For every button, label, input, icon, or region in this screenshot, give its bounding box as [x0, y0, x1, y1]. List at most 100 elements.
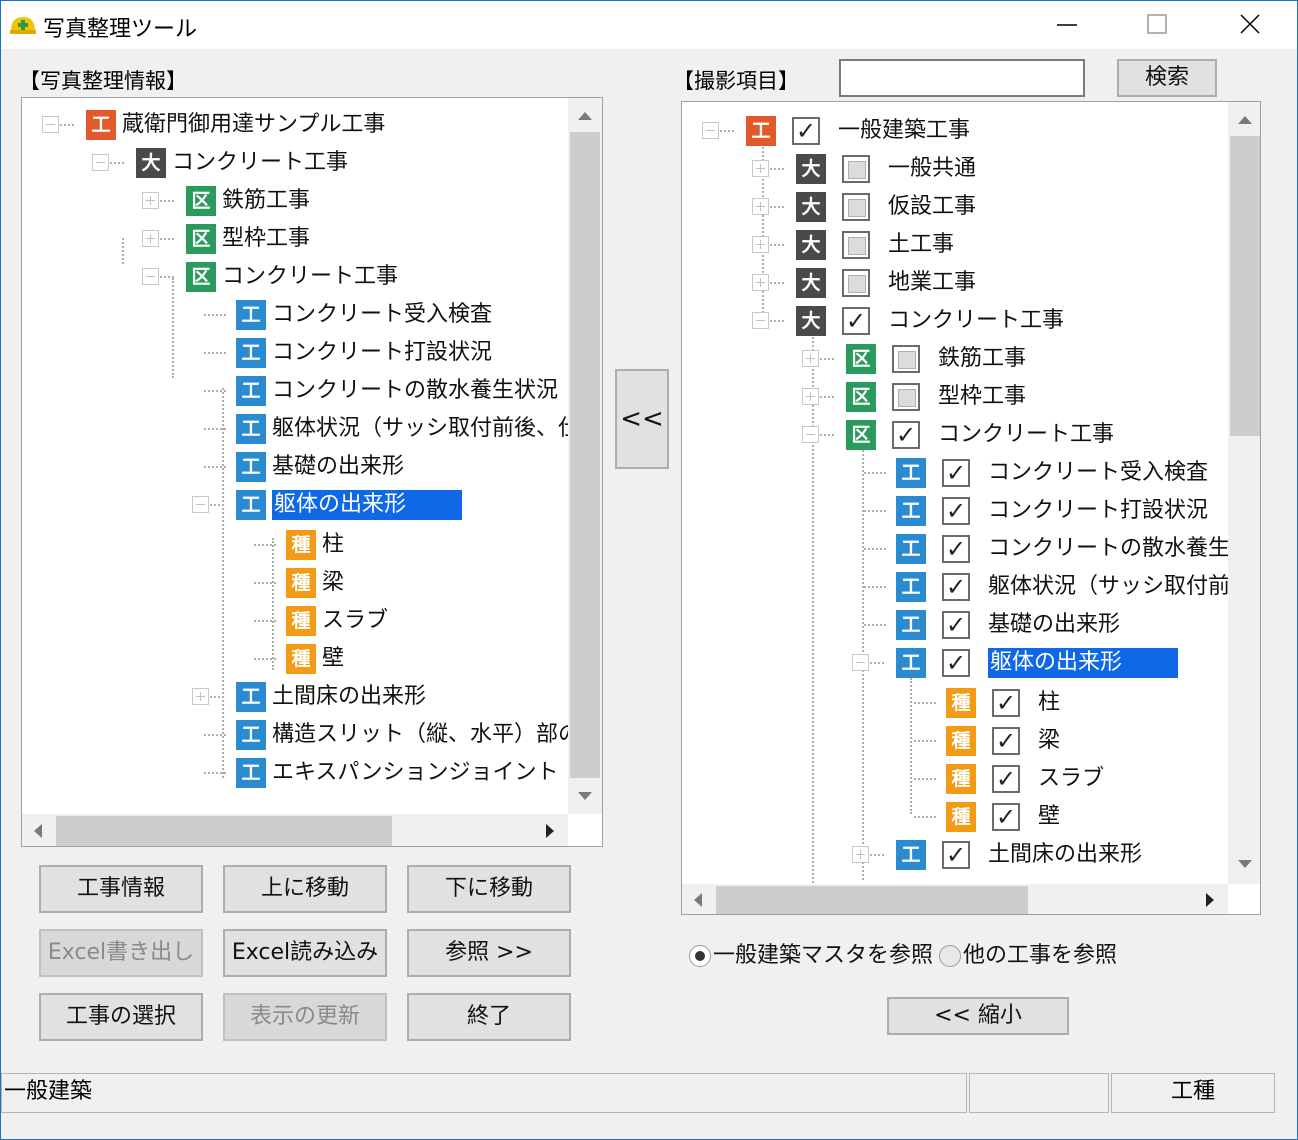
tree-label: 壁 — [1038, 804, 1061, 829]
shooting-items-tree[interactable]: 工一般建築工事大一般共通大仮設工事大土工事大地業工事大コンクリート工事区鉄筋工事… — [681, 101, 1261, 915]
collapse-icon[interactable] — [752, 312, 769, 329]
checkbox[interactable] — [892, 421, 920, 449]
tree-connector — [720, 130, 734, 132]
tree-label: 柱 — [1038, 690, 1061, 715]
checkbox[interactable] — [942, 535, 970, 563]
expand-icon[interactable] — [142, 230, 159, 247]
type-badge-icon: 種 — [946, 802, 976, 832]
master-radio-label: 一般建築マスタを参照 — [713, 943, 934, 968]
shrink-button[interactable]: << 縮小 — [887, 997, 1069, 1035]
horizontal-scrollbar[interactable] — [22, 814, 568, 846]
tree-guide — [122, 238, 124, 264]
vertical-scrollbar[interactable] — [568, 98, 602, 814]
tree-label: 鉄筋工事 — [222, 188, 311, 213]
tree-connector — [914, 778, 936, 780]
search-input[interactable] — [839, 59, 1085, 97]
status-left: 一般建築 — [1, 1073, 967, 1113]
work-badge-icon: 工 — [896, 610, 926, 640]
collapse-icon[interactable] — [92, 154, 109, 171]
checkbox[interactable] — [992, 765, 1020, 793]
excel-import-button[interactable]: Excel読み込み — [223, 929, 387, 977]
refresh-button[interactable]: 表示の更新 — [223, 993, 387, 1041]
tree-connector — [204, 466, 226, 468]
maximize-icon — [1147, 14, 1167, 34]
checkbox[interactable] — [942, 841, 970, 869]
expand-icon[interactable] — [752, 236, 769, 253]
checkbox[interactable] — [892, 345, 920, 373]
tree-connector — [770, 282, 784, 284]
collapse-icon[interactable] — [142, 268, 159, 285]
expand-icon[interactable] — [142, 192, 159, 209]
expand-icon[interactable] — [852, 846, 869, 863]
minimize-button[interactable] — [1021, 1, 1111, 49]
scroll-up-icon[interactable] — [578, 112, 592, 120]
checkbox[interactable] — [992, 803, 1020, 831]
maximize-button[interactable] — [1113, 1, 1203, 49]
collapse-icon[interactable] — [802, 426, 819, 443]
checkbox[interactable] — [842, 269, 870, 297]
expand-icon[interactable] — [802, 350, 819, 367]
collapse-icon[interactable] — [42, 116, 59, 133]
scroll-right-icon[interactable] — [546, 824, 554, 838]
other-project-radio-label: 他の工事を参照 — [963, 943, 1118, 968]
checkbox[interactable] — [892, 383, 920, 411]
scroll-down-icon[interactable] — [1238, 860, 1252, 868]
checkbox[interactable] — [842, 231, 870, 259]
scroll-up-icon[interactable] — [1238, 116, 1252, 124]
scroll-thumb[interactable] — [56, 816, 392, 846]
collapse-icon[interactable] — [852, 654, 869, 671]
checkbox[interactable] — [942, 611, 970, 639]
expand-icon[interactable] — [752, 198, 769, 215]
work-badge-icon: 工 — [236, 490, 266, 520]
close-button[interactable] — [1205, 1, 1295, 49]
collapse-icon[interactable] — [702, 122, 719, 139]
horizontal-scrollbar[interactable] — [682, 884, 1228, 914]
tree-label: 地業工事 — [888, 270, 977, 295]
project-info-button[interactable]: 工事情報 — [39, 865, 203, 913]
master-radio[interactable] — [689, 945, 711, 967]
collapse-icon[interactable] — [192, 496, 209, 513]
expand-icon[interactable] — [192, 688, 209, 705]
scroll-thumb[interactable] — [570, 132, 600, 778]
checkbox[interactable] — [792, 117, 820, 145]
scroll-thumb[interactable] — [1230, 136, 1260, 436]
other-project-radio[interactable] — [939, 945, 961, 967]
checkbox[interactable] — [842, 193, 870, 221]
move-up-button[interactable]: 上に移動 — [223, 865, 387, 913]
checkbox[interactable] — [942, 573, 970, 601]
scroll-right-icon[interactable] — [1206, 893, 1214, 907]
window-title: 写真整理ツール — [43, 17, 198, 42]
major-category-badge-icon: 大 — [796, 154, 826, 184]
checkbox[interactable] — [942, 459, 970, 487]
select-project-button[interactable]: 工事の選択 — [39, 993, 203, 1041]
checkbox[interactable] — [992, 689, 1020, 717]
vertical-scrollbar[interactable] — [1228, 102, 1260, 884]
type-badge-icon: 種 — [946, 764, 976, 794]
major-category-badge-icon: 大 — [796, 230, 826, 260]
checkbox[interactable] — [942, 497, 970, 525]
tree-connector — [204, 390, 226, 392]
section-badge-icon: 区 — [186, 262, 216, 292]
checkbox[interactable] — [992, 727, 1020, 755]
checkbox[interactable] — [842, 155, 870, 183]
browse-button[interactable]: 参照 >> — [407, 929, 571, 977]
excel-export-button[interactable]: Excel書き出し — [39, 929, 203, 977]
expand-icon[interactable] — [802, 388, 819, 405]
move-down-button[interactable]: 下に移動 — [407, 865, 571, 913]
scroll-left-icon[interactable] — [34, 824, 42, 838]
expand-icon[interactable] — [752, 274, 769, 291]
scroll-thumb[interactable] — [716, 886, 1028, 914]
scroll-down-icon[interactable] — [578, 792, 592, 800]
expand-icon[interactable] — [752, 160, 769, 177]
scroll-left-icon[interactable] — [694, 893, 702, 907]
tree-connector — [204, 734, 226, 736]
search-button[interactable]: 検索 — [1117, 59, 1217, 97]
tree-label: 基礎の出来形 — [272, 454, 405, 479]
checkbox[interactable] — [842, 307, 870, 335]
photo-tree[interactable]: 工 蔵衛門御用達サンプル工事 大 コンクリート工事 区 鉄筋工事 区 型枠工事 … — [21, 97, 603, 847]
section-badge-icon: 区 — [186, 186, 216, 216]
move-left-button[interactable]: << — [615, 369, 669, 469]
tree-label: 躯体状況（サッシ取付前後、仕 — [272, 416, 581, 441]
exit-button[interactable]: 終了 — [407, 993, 571, 1041]
checkbox[interactable] — [942, 649, 970, 677]
